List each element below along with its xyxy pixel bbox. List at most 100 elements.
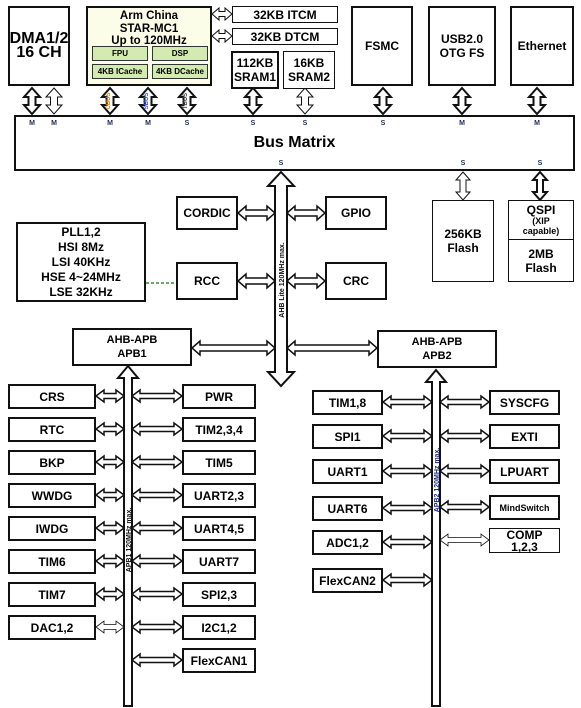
mcu-block-diagram: CBUS SBUS TBUS AHB Lite 120MHz max. APB1 120… xyxy=(0,0,581,708)
apb2-peripheral-r2: LPUART xyxy=(489,459,560,484)
bus-port-label: M xyxy=(51,120,57,127)
bus-port-label: M xyxy=(145,120,151,127)
double-arrow-h xyxy=(381,463,434,479)
double-arrow-h xyxy=(94,388,126,404)
double-arrow-h xyxy=(130,520,184,536)
usb-otg-block: USB2.0 OTG FS xyxy=(428,6,496,86)
apb2-peripheral-4: ADC1,2 xyxy=(312,530,383,555)
apb2-peripheral-r3: MindSwitch xyxy=(489,495,560,520)
apb2-peripheral-r4: COMP 1,2,3 xyxy=(489,528,560,553)
double-arrow-h xyxy=(94,586,126,602)
double-arrow-h xyxy=(94,421,126,437)
apb1-peripheral-1: RTC xyxy=(8,417,96,442)
bus-port-label: M xyxy=(107,120,113,127)
double-arrow-h xyxy=(190,339,277,357)
double-arrow-h xyxy=(381,500,434,516)
apb1-peripheral-5: TIM6 xyxy=(8,549,96,574)
bus-port-label: S xyxy=(278,160,284,167)
bus-port-label: S xyxy=(184,120,190,127)
double-arrow-h xyxy=(94,553,126,569)
double-arrow-h xyxy=(130,586,184,602)
icache-block: 4KB ICache xyxy=(92,64,148,79)
double-arrow-v xyxy=(526,86,548,116)
double-arrow-v xyxy=(530,170,550,202)
dcache-block: 4KB DCache xyxy=(152,64,208,79)
bus-label: APB1 120MHz max. xyxy=(126,508,133,573)
double-arrow-h xyxy=(130,553,184,569)
apb1-peripheral-0: CRS xyxy=(8,384,96,409)
bus-port-label: S xyxy=(250,120,256,127)
double-arrow-h xyxy=(381,572,434,588)
apb1-peripheral-2: BKP xyxy=(8,450,96,475)
double-arrow-v xyxy=(242,86,264,116)
itcm-block: 32KB ITCM xyxy=(232,6,338,23)
apb2-peripheral-3: UART6 xyxy=(312,496,383,521)
bus-matrix: Bus Matrix xyxy=(14,115,575,171)
double-arrow-h xyxy=(211,28,233,44)
double-arrow-h xyxy=(95,620,125,634)
apb1-peripheral-r8: FlexCAN1 xyxy=(182,648,256,673)
double-arrow-h xyxy=(438,394,491,410)
double-arrow-h xyxy=(438,499,491,515)
bus-label: SBUS xyxy=(144,93,150,110)
crc-block: CRC xyxy=(325,262,387,300)
qspi-2mb-flash-block: 2MB Flash xyxy=(508,239,574,282)
gpio-block: GPIO xyxy=(325,196,387,230)
double-arrow-v xyxy=(372,86,394,116)
bus-label: TBUS xyxy=(183,93,189,109)
apb1-peripheral-r1: TIM2,3,4 xyxy=(182,417,256,442)
apb1-peripheral-7: DAC1,2 xyxy=(8,615,96,640)
double-arrow-h xyxy=(130,619,184,635)
double-arrow-v xyxy=(44,87,64,115)
double-arrow-v xyxy=(295,87,315,115)
double-arrow-h xyxy=(130,421,184,437)
flash-256kb-block: 256KB Flash xyxy=(432,200,494,282)
apb2-peripheral-1: SPI1 xyxy=(312,424,383,449)
double-arrow-h xyxy=(285,204,327,222)
bus-label: AHB Lite 120MHz max. xyxy=(279,242,286,318)
double-arrow-h xyxy=(285,272,327,290)
sram1-block: 112KB SRAM1 xyxy=(231,51,279,89)
double-arrow-h xyxy=(236,272,277,290)
double-arrow-h xyxy=(94,487,126,503)
clock-sources-block: PLL1,2 HSI 8Mz LSI 40KHz HSE 4~24MHz LSE… xyxy=(16,222,146,302)
apb1-peripheral-r3: UART2,3 xyxy=(182,483,256,508)
apb1-peripheral-r6: SPI2,3 xyxy=(182,582,256,607)
bus-port-label: M xyxy=(29,120,35,127)
double-arrow-v xyxy=(454,171,472,201)
double-arrow-h xyxy=(130,388,184,404)
apb2-peripheral-2: UART1 xyxy=(312,459,383,484)
fpu-block: FPU xyxy=(92,46,148,61)
bus-port-label: S xyxy=(302,120,308,127)
double-arrow-h xyxy=(94,454,126,470)
rcc-block: RCC xyxy=(176,262,238,300)
double-arrow-h xyxy=(130,652,184,668)
sram2-block: 16KB SRAM2 xyxy=(283,51,335,89)
dsp-block: DSP xyxy=(152,46,208,61)
bus-label: CBUS xyxy=(106,92,112,109)
double-arrow-h xyxy=(381,428,434,444)
apb2-peripheral-r1: EXTI xyxy=(489,424,560,449)
bus-port-label: S xyxy=(537,160,543,167)
apb1-peripheral-r7: I2C1,2 xyxy=(182,615,256,640)
apb1-peripheral-r2: TIM5 xyxy=(182,450,256,475)
bus-port-label: M xyxy=(534,120,540,127)
ahb-apb1-bridge: AHB-APB APB1 xyxy=(72,328,192,366)
apb1-peripheral-r0: PWR xyxy=(182,384,256,409)
double-arrow-h xyxy=(285,339,379,357)
bus-label: APB2 120MHz max. xyxy=(434,448,441,513)
bus-port-label: S xyxy=(460,160,466,167)
apb1-peripheral-4: IWDG xyxy=(8,516,96,541)
double-arrow-h xyxy=(130,454,184,470)
dtcm-block: 32KB DTCM xyxy=(232,28,338,45)
double-arrow-v xyxy=(21,86,43,116)
double-arrow-h xyxy=(381,534,434,550)
cordic-block: CORDIC xyxy=(176,196,238,230)
dma-block: DMA1/2 16 CH xyxy=(8,6,70,86)
apb1-peripheral-r4: UART4,5 xyxy=(182,516,256,541)
apb1-peripheral-6: TIM7 xyxy=(8,582,96,607)
double-arrow-v xyxy=(451,86,473,116)
ethernet-block: Ethernet xyxy=(510,6,574,86)
double-arrow-h xyxy=(236,204,277,222)
bus-port-label: M xyxy=(459,120,465,127)
